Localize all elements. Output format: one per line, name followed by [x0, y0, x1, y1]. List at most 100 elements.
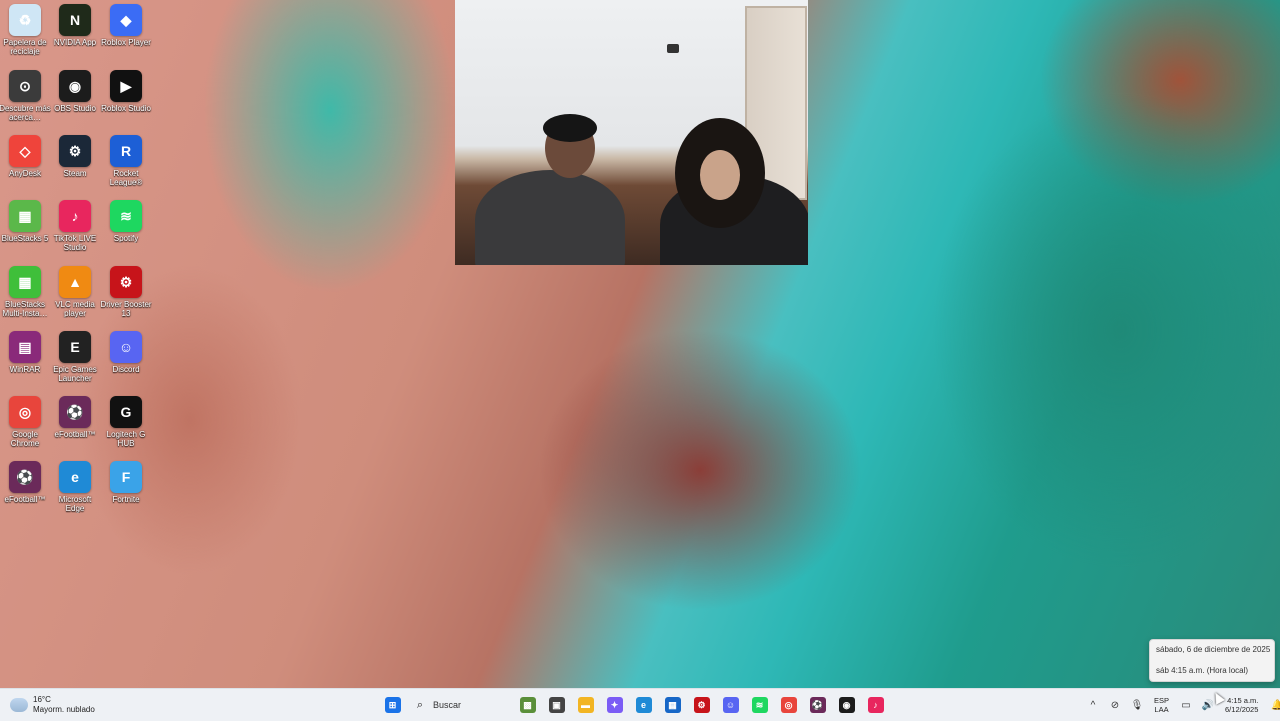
- desktop-icon-label: Descubre más acerca…: [0, 104, 51, 122]
- desktop-icon[interactable]: ≋ Spotify: [101, 200, 151, 264]
- edge-icon: e: [59, 461, 91, 493]
- taskbar-button[interactable]: ⊞: [381, 693, 405, 717]
- taskbar-button[interactable]: ⚽: [806, 693, 830, 717]
- desktop-icon[interactable]: ⚽ eFootball™: [0, 461, 50, 525]
- driver-booster-taskbar-icon: ⚙: [693, 697, 710, 713]
- desktop-icon[interactable]: R Rocket League®: [101, 135, 151, 199]
- desktop-icon-label: Discord: [112, 365, 140, 374]
- desktop-icon-label: Roblox Studio: [101, 104, 151, 113]
- search-icon: ⌕: [416, 699, 424, 711]
- desktop-icon[interactable]: ⚽ eFootball™: [50, 396, 100, 460]
- desktop-icon[interactable]: ▲ VLC media player: [50, 266, 100, 330]
- file-explorer-icon: ▬: [577, 697, 594, 713]
- desktop-icon[interactable]: ⊙ Descubre más acerca…: [0, 70, 51, 134]
- desktop-icon[interactable]: E Epic Games Launcher: [50, 331, 100, 395]
- tiktok-live-icon: ♪: [59, 200, 91, 232]
- desktop-icon[interactable]: N NVIDIA App: [50, 4, 100, 68]
- taskbar-button[interactable]: ♪: [864, 693, 888, 717]
- desktop-icon[interactable]: ⚙ Steam: [50, 135, 100, 199]
- desktop-icon-label: Epic Games Launcher: [53, 365, 97, 383]
- desktop-icon-label: BlueStacks Multi-Insta…: [2, 300, 48, 318]
- show-hidden-icons-chevron-icon[interactable]: ^: [1084, 695, 1102, 715]
- taskbar-button[interactable]: ▬: [574, 693, 598, 717]
- language-indicator[interactable]: ESP LAA: [1154, 696, 1169, 714]
- desktop-icon-label: Logitech G HUB: [106, 430, 146, 448]
- weather-temp: 16°C: [33, 695, 51, 704]
- taskbar-button[interactable]: e: [632, 693, 656, 717]
- desktop-icon-label: OBS Studio: [54, 104, 96, 113]
- weather-widget[interactable]: 16°C Mayorm. nublado: [10, 693, 95, 717]
- roblox-icon: ◆: [110, 4, 142, 36]
- minecraft-icon: ▩: [519, 697, 536, 713]
- desktop-icon[interactable]: ▦ BlueStacks Multi-Insta…: [0, 266, 50, 330]
- cloud-icon: [10, 698, 28, 712]
- steam-icon: ⚙: [59, 135, 91, 167]
- taskbar-button[interactable]: ☺: [719, 693, 743, 717]
- taskbar-button[interactable]: ⚙: [690, 693, 714, 717]
- desktop-icon-label: eFootball™: [54, 430, 96, 439]
- taskbar-apps: ⊞ ⌕ Buscar ▩ ▣ ▬ ✦ e ▦ ⚙ ☺ ≋ ◎ ⚽ ◉ ♪: [378, 693, 890, 717]
- tiktok-taskbar-icon: ♪: [867, 697, 884, 713]
- desktop-icon-label: Fortnite: [112, 495, 140, 504]
- taskbar-button[interactable]: ◉: [835, 693, 859, 717]
- desktop-icon[interactable]: ◎ Google Chrome: [0, 396, 50, 460]
- monitor-icon[interactable]: ▭: [1177, 695, 1195, 715]
- desktop-icon[interactable]: G Logitech G HUB: [101, 396, 151, 460]
- person-left-hair: [543, 114, 597, 142]
- desktop-icon[interactable]: e Microsoft Edge: [50, 461, 100, 525]
- desktop-icon-label: WinRAR: [9, 365, 41, 374]
- roblox-studio-icon: ▶: [110, 70, 142, 102]
- spotify-taskbar-icon: ≋: [751, 697, 768, 713]
- taskbar-clock[interactable]: 4:15 a.m. 6/12/2025: [1225, 696, 1258, 714]
- bluestacks-icon: ▦: [9, 200, 41, 232]
- efootball-icon-2: ⚽: [9, 461, 41, 493]
- desktop-icon[interactable]: ⚙ Driver Booster 13: [100, 266, 152, 330]
- taskbar: 16°C Mayorm. nublado ⊞ ⌕ Buscar ▩ ▣ ▬ ✦ e ▦ ⚙ ☺ ≋ ◎ ⚽…: [0, 688, 1280, 721]
- desktop-icon-label: Rocket League®: [109, 169, 143, 187]
- person-right-face: [700, 150, 740, 200]
- efootball-icon: ⚽: [59, 396, 91, 428]
- search-placeholder: Buscar: [433, 700, 462, 710]
- notifications-bell-icon[interactable]: 🔔: [1268, 695, 1280, 715]
- chrome-taskbar-icon: ◎: [780, 697, 797, 713]
- recycle-bin-icon: ♻: [9, 4, 41, 36]
- desktop-icon-label: Google Chrome: [10, 430, 40, 448]
- spotify-icon: ≋: [110, 200, 142, 232]
- lang-bottom: LAA: [1154, 705, 1169, 714]
- rocket-league-icon: R: [110, 135, 142, 167]
- clock-tooltip: sábado, 6 de diciembre de 2025 sáb 4:15 …: [1149, 639, 1275, 682]
- taskbar-button[interactable]: ▩: [516, 693, 540, 717]
- tooltip-time: sáb 4:15 a.m. (Hora local): [1156, 666, 1249, 675]
- taskbar-button[interactable]: ▦: [661, 693, 685, 717]
- desktop-icon-label: NVIDIA App: [53, 38, 97, 47]
- discord-taskbar-icon: ☺: [722, 697, 739, 713]
- taskbar-button[interactable]: ✦: [603, 693, 627, 717]
- chrome-icon: ◎: [9, 396, 41, 428]
- desktop-icon[interactable]: ◉ OBS Studio: [50, 70, 100, 134]
- desktop-icon-label: Steam: [63, 169, 87, 178]
- nvidia-icon: N: [59, 4, 91, 36]
- desktop-icon[interactable]: ▶ Roblox Studio: [101, 70, 151, 134]
- lang-top: ESP: [1154, 696, 1170, 705]
- desktop-icon[interactable]: F Fortnite: [101, 461, 151, 525]
- taskbar-button[interactable]: ≋: [748, 693, 772, 717]
- desktop-icon-grid: ♻ Papelera de reciclaje N NVIDIA App ◆ Roblox…: [0, 0, 152, 660]
- desktop-icon[interactable]: ◆ Roblox Player: [101, 4, 151, 68]
- desktop-icon-label: Driver Booster 13: [100, 300, 152, 318]
- desktop-icon[interactable]: ☺ Discord: [101, 331, 151, 395]
- desktop-icon[interactable]: ▤ WinRAR: [0, 331, 50, 395]
- desktop-icon[interactable]: ♪ TikTok LIVE Studio: [50, 200, 100, 264]
- microphone-icon[interactable]: 🎙: [1128, 695, 1146, 715]
- taskbar-button[interactable]: ▣: [545, 693, 569, 717]
- vlc-icon: ▲: [59, 266, 91, 298]
- desktop-icon-label: Roblox Player: [101, 38, 151, 47]
- taskbar-search-box[interactable]: ⌕ Buscar: [409, 693, 509, 717]
- desktop-icon[interactable]: ◇ AnyDesk: [0, 135, 50, 199]
- desktop-icon[interactable]: ▦ BlueStacks 5: [0, 200, 50, 264]
- clock-time: 4:15 a.m.: [1227, 696, 1259, 705]
- taskbar-button[interactable]: ◎: [777, 693, 801, 717]
- no-network-icon[interactable]: ⊘: [1106, 695, 1124, 715]
- desktop-icon[interactable]: ♻ Papelera de reciclaje: [0, 4, 50, 68]
- system-tray: ^ ⊘ 🎙 ESP LAA ▭ 🔊 4:15 a.m. 6/12/2025 🔔: [1082, 693, 1280, 717]
- desktop-icon-label: Papelera de reciclaje: [3, 38, 47, 56]
